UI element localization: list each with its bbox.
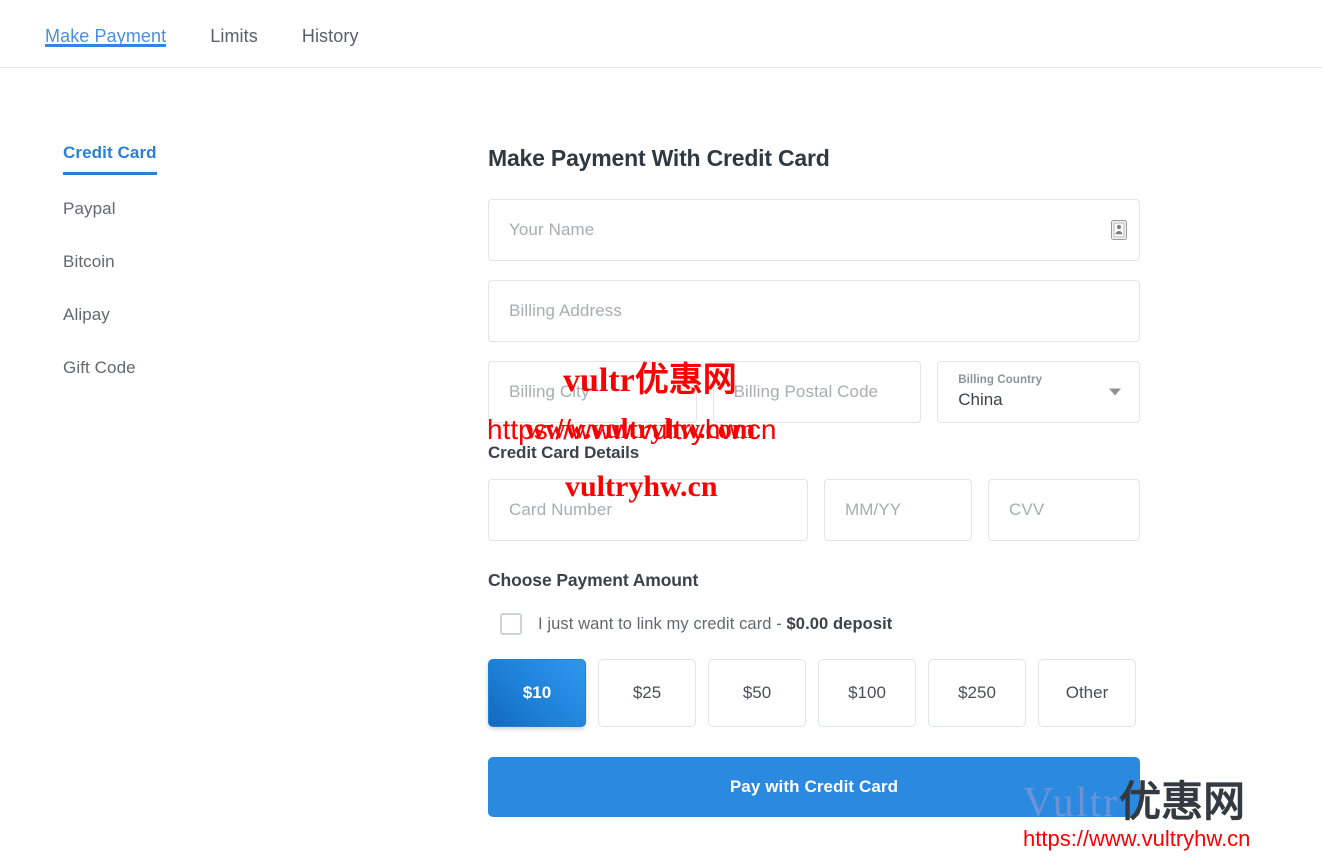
method-item-gift-code[interactable]: Gift Code bbox=[63, 358, 136, 387]
method-item-paypal-label: Paypal bbox=[63, 199, 116, 218]
link-card-label: I just want to link my credit card - $0.… bbox=[538, 615, 892, 634]
method-item-gift-code-label: Gift Code bbox=[63, 358, 136, 377]
card-number-field[interactable]: Card Number bbox=[488, 479, 808, 541]
amount-button-50-label: $50 bbox=[742, 683, 772, 702]
link-card-text: I just want to link my credit card - bbox=[538, 614, 787, 633]
card-cvv-field[interactable]: CVV bbox=[988, 479, 1140, 541]
payment-page: Make Payment Limits History Credit Card … bbox=[0, 0, 1322, 868]
payment-method-nav: Credit Card Paypal Bitcoin Alipay Gift C… bbox=[63, 143, 263, 411]
card-details-row: Card Number MM/YY CVV bbox=[488, 479, 1140, 541]
choose-payment-amount-heading: Choose Payment Amount bbox=[488, 570, 699, 590]
method-item-credit-card[interactable]: Credit Card bbox=[63, 143, 157, 175]
method-item-paypal[interactable]: Paypal bbox=[63, 199, 116, 228]
card-cvv-placeholder: CVV bbox=[1009, 500, 1045, 519]
pay-button-label: Pay with Credit Card bbox=[729, 777, 899, 796]
billing-address-field[interactable]: Billing Address bbox=[488, 280, 1140, 342]
billing-postal-code-placeholder: Billing Postal Code bbox=[733, 382, 879, 401]
amount-button-100[interactable]: $100 bbox=[818, 659, 916, 727]
method-item-alipay-label: Alipay bbox=[63, 305, 110, 324]
amount-button-25-label: $25 bbox=[632, 683, 662, 702]
contact-card-icon[interactable] bbox=[1111, 220, 1127, 240]
link-card-checkbox-row[interactable]: I just want to link my credit card - $0.… bbox=[500, 613, 1140, 635]
method-item-bitcoin-label: Bitcoin bbox=[63, 252, 115, 271]
tab-limits-label: Limits bbox=[210, 26, 258, 46]
card-number-placeholder: Card Number bbox=[509, 500, 613, 519]
amount-button-other[interactable]: Other bbox=[1038, 659, 1136, 727]
billing-location-row: Billing City Billing Postal Code Billing… bbox=[488, 361, 1141, 423]
amount-button-250[interactable]: $250 bbox=[928, 659, 1026, 727]
tab-history-label: History bbox=[301, 26, 359, 46]
pay-with-credit-card-button[interactable]: Pay with Credit Card bbox=[488, 757, 1140, 817]
tab-history[interactable]: History bbox=[302, 0, 359, 47]
amount-button-250-label: $250 bbox=[958, 683, 996, 702]
billing-address-placeholder: Billing Address bbox=[509, 301, 623, 320]
credit-card-details-heading: Credit Card Details bbox=[488, 443, 640, 462]
watermark-logo-url: https://www.vultryhw.cn bbox=[1023, 826, 1251, 851]
billing-postal-code-field[interactable]: Billing Postal Code bbox=[712, 361, 922, 423]
amount-button-group: $10 $25 $50 $100 $250 Other bbox=[488, 659, 1140, 727]
billing-city-placeholder: Billing City bbox=[509, 382, 590, 401]
billing-city-field[interactable]: Billing City bbox=[488, 361, 697, 423]
method-item-bitcoin[interactable]: Bitcoin bbox=[63, 252, 115, 281]
link-card-checkbox[interactable] bbox=[500, 613, 522, 635]
amount-button-50[interactable]: $50 bbox=[708, 659, 806, 727]
name-field-placeholder: Your Name bbox=[509, 220, 595, 239]
top-tab-bar: Make Payment Limits History bbox=[0, 0, 1322, 68]
amount-button-10[interactable]: $10 bbox=[488, 659, 586, 727]
tab-limits[interactable]: Limits bbox=[210, 0, 258, 47]
tab-make-payment-label: Make Payment bbox=[45, 26, 167, 46]
link-card-deposit: $0.00 deposit bbox=[786, 614, 893, 633]
page-title: Make Payment With Credit Card bbox=[488, 145, 830, 171]
amount-button-other-label: Other bbox=[1065, 683, 1109, 702]
credit-card-form: Make Payment With Credit Card Your Name … bbox=[488, 145, 1141, 817]
tab-make-payment[interactable]: Make Payment bbox=[45, 0, 167, 47]
amount-button-25[interactable]: $25 bbox=[598, 659, 696, 727]
card-expiry-placeholder: MM/YY bbox=[845, 500, 902, 519]
billing-country-select[interactable]: Billing Country China bbox=[937, 361, 1141, 423]
chevron-down-icon[interactable] bbox=[1109, 388, 1122, 396]
method-item-alipay[interactable]: Alipay bbox=[63, 305, 110, 334]
amount-button-10-label: $10 bbox=[522, 683, 552, 702]
tab-list: Make Payment Limits History bbox=[45, 0, 403, 68]
amount-button-100-label: $100 bbox=[848, 683, 886, 702]
card-expiry-field[interactable]: MM/YY bbox=[824, 479, 972, 541]
billing-country-label: Billing Country bbox=[958, 373, 1043, 386]
name-field[interactable]: Your Name bbox=[488, 199, 1140, 261]
billing-country-value: China bbox=[958, 389, 1003, 409]
method-item-credit-card-label: Credit Card bbox=[63, 143, 157, 162]
